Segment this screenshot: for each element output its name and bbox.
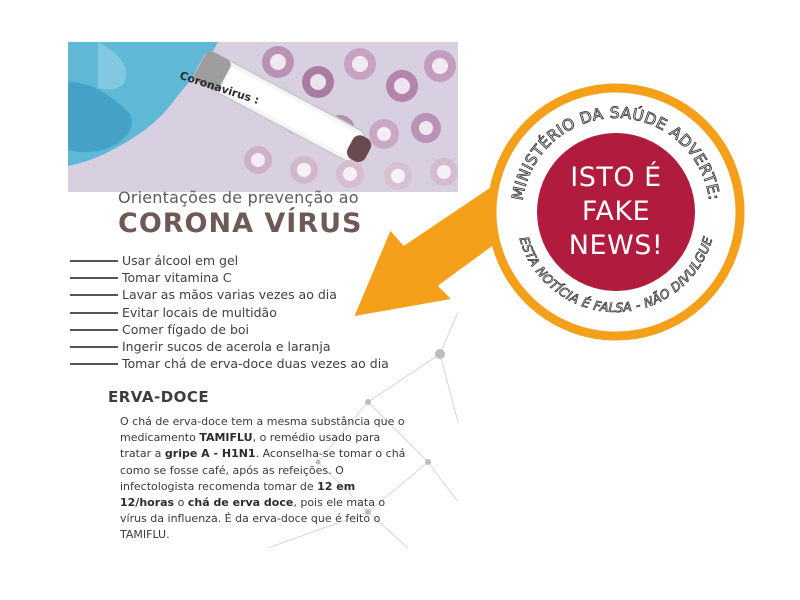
stamp-line-2: FAKE (581, 196, 651, 227)
bullet-line (70, 328, 118, 331)
bullet-line (70, 260, 118, 262)
list-item: Comer fígado de boi (68, 321, 458, 338)
stamp-line-1: ISTO É (570, 162, 662, 193)
bullet-line (70, 294, 118, 297)
heading-subtitle: Orientações de prevenção ao (118, 188, 359, 207)
list-item: Tomar chá de erva-doce duas vezes ao dia (68, 355, 458, 372)
list-item: Ingerir sucos de acerola e laranja (68, 338, 458, 355)
list-item: Evitar locais de multidão (68, 304, 458, 321)
bullet-line (70, 311, 118, 314)
prevention-tips-list: Usar álcool em gel Tomar vitamina C Lava… (68, 252, 458, 372)
erva-doce-paragraph: O chá de erva-doce tem a mesma substânci… (120, 415, 406, 542)
prevention-flyer: Coronavirus : Orientações de prevenção a… (68, 42, 458, 548)
section-title: ERVA-DOCE (108, 388, 210, 406)
stamp-center-badge: ISTO É FAKE NEWS! (537, 133, 695, 291)
fake-news-stamp: MINISTÉRIO DA SAÚDE ADVERTE: ESTA NOTÍCI… (486, 82, 746, 342)
bullet-line (70, 363, 118, 366)
list-item: Tomar vitamina C (68, 269, 458, 286)
bullet-line (70, 345, 118, 348)
stamp-line-3: NEWS! (568, 230, 664, 261)
list-item: Usar álcool em gel (68, 252, 458, 269)
list-item: Lavar as mãos varias vezes ao dia (68, 286, 458, 303)
bullet-line (70, 277, 118, 280)
heading-title: CORONA VÍRUS (118, 208, 363, 239)
